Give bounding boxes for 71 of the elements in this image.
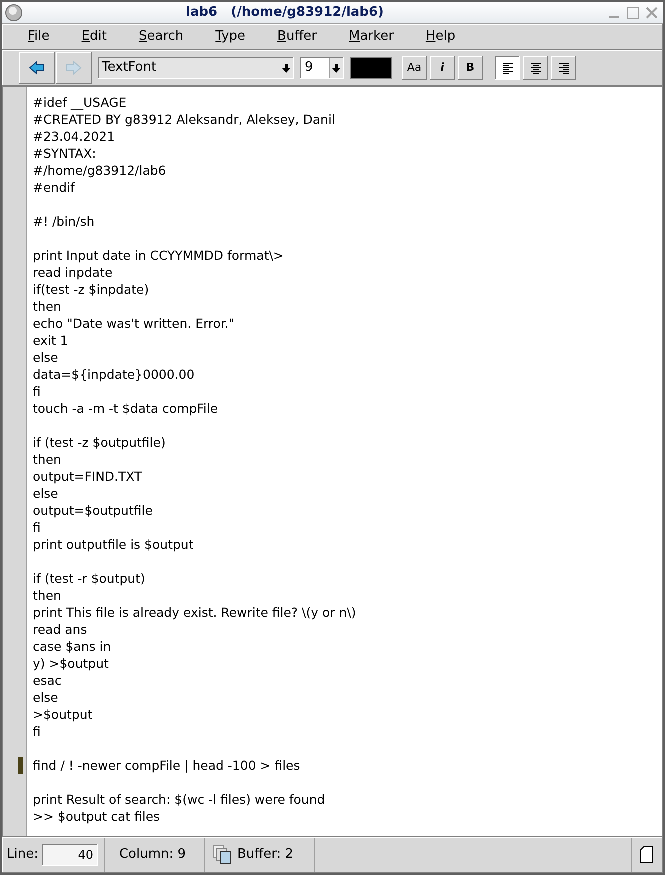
code-line: echo "Date was't written. Error." xyxy=(33,315,236,332)
case-button[interactable]: Aa xyxy=(402,56,427,80)
code-line: >> $output cat files xyxy=(33,808,162,825)
align-center-button[interactable] xyxy=(523,56,548,80)
code-line: #CREATED BY g83912 Aleksandr, Aleksey, Danil xyxy=(33,111,336,128)
code-line: then xyxy=(33,451,62,468)
line-label: Line: xyxy=(7,846,38,864)
code-line: #! /bin/sh xyxy=(33,213,96,230)
menu-item[interactable]: Edit xyxy=(80,27,108,47)
code-line: #idef __USAGE xyxy=(33,94,128,111)
code-line: #/home/g83912/lab6 xyxy=(33,162,168,179)
size-field[interactable]: 9 xyxy=(300,57,344,79)
code-line: #endif xyxy=(33,179,76,196)
code-line: print outputfile is $output xyxy=(33,536,195,553)
buffer-indicator: Buffer: 2 xyxy=(237,846,294,864)
align-right-icon xyxy=(558,62,570,74)
document-icon xyxy=(640,846,654,864)
code-line: fi xyxy=(33,383,42,400)
code-line: fi xyxy=(33,723,42,740)
window-menu-icon[interactable] xyxy=(4,2,24,22)
dropdown-arrow-icon xyxy=(332,64,341,72)
close-icon[interactable] xyxy=(644,4,660,20)
code-line: find / ! -newer compFile | head -100 > files xyxy=(33,757,302,774)
code-line: if (test -r $output) xyxy=(33,570,146,587)
code-line: print Input date in CCYYMMDD format\> xyxy=(33,247,285,264)
right-arrow-icon xyxy=(66,60,82,76)
code-line: else xyxy=(33,349,60,366)
code-line: if(test -z $inpdate) xyxy=(33,281,150,298)
back-button[interactable] xyxy=(19,52,55,84)
buffers-icon xyxy=(213,845,234,865)
code-line: esac xyxy=(33,672,63,689)
code-line: case $ans in xyxy=(33,638,112,655)
code-line: #23.04.2021 xyxy=(33,128,116,145)
code-line: output=FIND.TXT xyxy=(33,468,144,485)
code-line: y) >$output xyxy=(33,655,110,672)
menu-item[interactable]: Search xyxy=(138,27,185,47)
align-left-button[interactable] xyxy=(495,56,520,80)
line-field[interactable]: 40 xyxy=(42,844,98,866)
code-line: else xyxy=(33,689,60,706)
code-line: print Result of search: $(wc -l files) were found xyxy=(33,791,326,808)
menu-item[interactable]: Buffer xyxy=(276,27,318,47)
column-indicator: Column: 9 xyxy=(119,846,186,864)
dropdown-arrow-icon xyxy=(282,64,291,72)
code-line: output=$outputfile xyxy=(33,502,154,519)
code-line: else xyxy=(33,485,60,502)
code-line: then xyxy=(33,587,62,604)
code-line: if (test -z $outputfile) xyxy=(33,434,167,451)
menu-item[interactable]: Marker xyxy=(348,27,395,47)
align-left-icon xyxy=(502,62,514,74)
menu-item[interactable]: Type xyxy=(214,27,247,47)
code-line: print This file is already exist. Rewrite file? \(y or n\) xyxy=(33,604,358,621)
code-line: read ans xyxy=(33,621,88,638)
menu-item[interactable]: File xyxy=(27,27,51,47)
font-dropdown[interactable]: TextFont xyxy=(98,57,294,79)
code-line: fi xyxy=(33,519,42,536)
maximize-icon[interactable] xyxy=(625,4,641,20)
align-center-icon xyxy=(530,62,542,74)
text-color-swatch[interactable] xyxy=(350,57,392,79)
menu-item[interactable]: Help xyxy=(424,27,457,47)
italic-button[interactable]: i xyxy=(430,56,455,80)
code-line: read inpdate xyxy=(33,264,114,281)
code-line: >$output xyxy=(33,706,94,723)
align-right-button[interactable] xyxy=(551,56,576,80)
left-arrow-icon xyxy=(29,60,45,76)
code-line: exit 1 xyxy=(33,332,70,349)
window-title: lab6 (/home/g83912/lab6) xyxy=(186,4,385,22)
code-line: then xyxy=(33,298,62,315)
code-line: #SYNTAX: xyxy=(33,145,98,162)
code-line: touch -a -m -t $data compFile xyxy=(33,400,220,417)
bold-button[interactable]: B xyxy=(458,56,483,80)
code-line: data=${inpdate}0000.00 xyxy=(33,366,196,383)
